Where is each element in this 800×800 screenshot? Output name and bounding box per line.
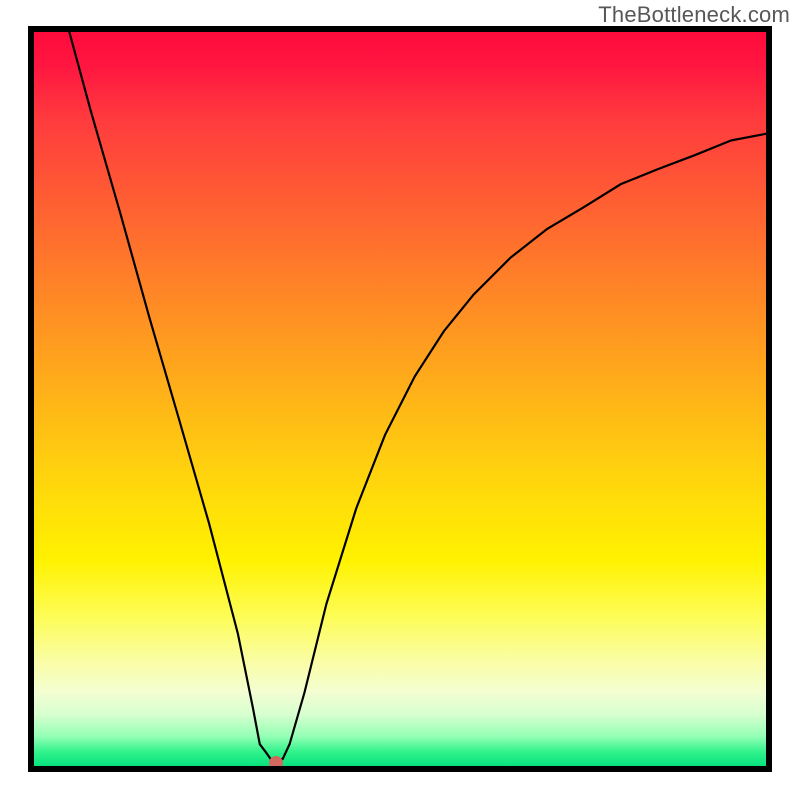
plot-area xyxy=(30,28,770,768)
bottleneck-curve xyxy=(69,30,768,759)
chart-container: TheBottleneck.com xyxy=(0,0,800,800)
curve-layer xyxy=(32,30,768,766)
frame-bottom xyxy=(28,766,772,772)
frame-right xyxy=(766,28,772,772)
frame-left xyxy=(28,28,34,772)
watermark-text: TheBottleneck.com xyxy=(598,2,790,28)
